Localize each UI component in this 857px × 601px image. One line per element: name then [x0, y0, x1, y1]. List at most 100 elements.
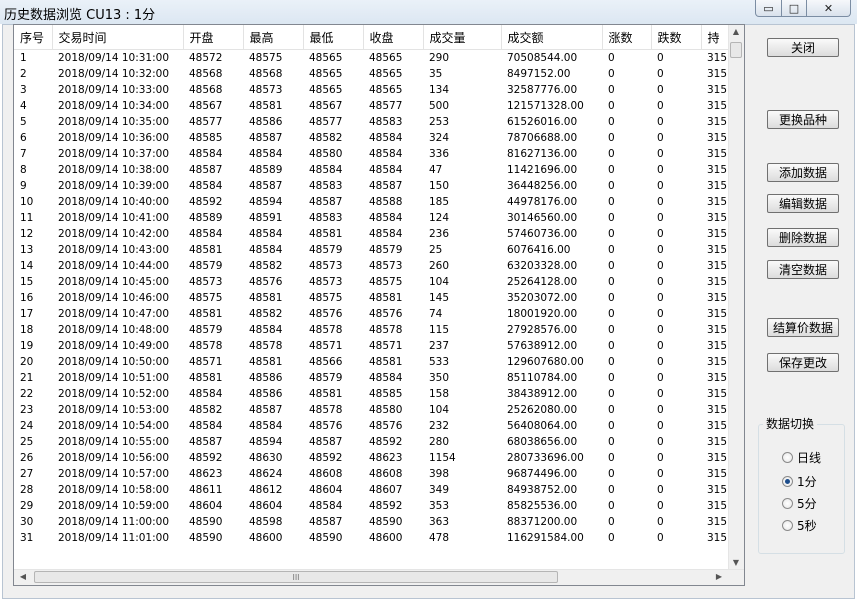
- table-cell[interactable]: 48586: [243, 370, 303, 386]
- table-cell[interactable]: 78706688.00: [501, 130, 602, 146]
- table-cell[interactable]: 2018/09/14 10:52:00: [52, 386, 183, 402]
- table-cell[interactable]: 2018/09/14 10:50:00: [52, 354, 183, 370]
- table-cell[interactable]: 2018/09/14 10:51:00: [52, 370, 183, 386]
- table-cell[interactable]: 0: [651, 466, 701, 482]
- table-cell[interactable]: 68038656.00: [501, 434, 602, 450]
- table-row[interactable]: 18 2018/09/14 10:48:00 48579 48584 48578 4857…: [14, 322, 738, 338]
- table-cell[interactable]: 48604: [243, 498, 303, 514]
- table-cell[interactable]: 9: [14, 178, 52, 194]
- table-cell[interactable]: 25264128.00: [501, 274, 602, 290]
- table-cell[interactable]: 0: [651, 210, 701, 226]
- table-cell[interactable]: 48579: [303, 242, 363, 258]
- table-row[interactable]: 25 2018/09/14 10:55:00 48587 48594 48587 4859…: [14, 434, 738, 450]
- table-cell[interactable]: 48584: [243, 322, 303, 338]
- table-cell[interactable]: 0: [602, 194, 651, 210]
- radio-button-icon[interactable]: [782, 498, 793, 509]
- table-cell[interactable]: 48580: [363, 402, 423, 418]
- table-cell[interactable]: 280: [423, 434, 501, 450]
- table-cell[interactable]: 48590: [183, 530, 243, 546]
- col-header-index[interactable]: 序号: [14, 25, 53, 50]
- table-cell[interactable]: 2018/09/14 10:54:00: [52, 418, 183, 434]
- table-cell[interactable]: 0: [602, 418, 651, 434]
- table-cell[interactable]: 48623: [183, 466, 243, 482]
- table-cell[interactable]: 2018/09/14 10:44:00: [52, 258, 183, 274]
- table-cell[interactable]: 44978176.00: [501, 194, 602, 210]
- table-cell[interactable]: 48581: [303, 386, 363, 402]
- table-cell[interactable]: 0: [602, 210, 651, 226]
- table-cell[interactable]: 2018/09/14 10:36:00: [52, 130, 183, 146]
- table-cell[interactable]: 2018/09/14 10:58:00: [52, 482, 183, 498]
- table-cell[interactable]: 29: [14, 498, 52, 514]
- table-cell[interactable]: 48589: [183, 210, 243, 226]
- table-row[interactable]: 19 2018/09/14 10:49:00 48578 48578 48571 4857…: [14, 338, 738, 354]
- table-cell[interactable]: 2018/09/14 10:42:00: [52, 226, 183, 242]
- table-cell[interactable]: 353: [423, 498, 501, 514]
- table-cell[interactable]: 48584: [363, 370, 423, 386]
- table-cell[interactable]: 2018/09/14 11:00:00: [52, 514, 183, 530]
- table-cell[interactable]: 10: [14, 194, 52, 210]
- table-cell[interactable]: 48565: [363, 50, 423, 67]
- table-cell[interactable]: 48566: [303, 354, 363, 370]
- table-cell[interactable]: 232: [423, 418, 501, 434]
- table-cell[interactable]: 0: [602, 514, 651, 530]
- table-cell[interactable]: 57638912.00: [501, 338, 602, 354]
- table-cell[interactable]: 48604: [183, 498, 243, 514]
- scroll-right-icon[interactable]: ▶: [712, 572, 726, 581]
- table-row[interactable]: 9 2018/09/14 10:39:00 48584 48587 48583 48587…: [14, 178, 738, 194]
- table-cell[interactable]: 48565: [303, 66, 363, 82]
- table-cell[interactable]: 48576: [243, 274, 303, 290]
- close-window-button[interactable]: ✕: [807, 0, 851, 17]
- table-cell[interactable]: 48591: [243, 210, 303, 226]
- table-cell[interactable]: 0: [651, 50, 701, 67]
- table-cell[interactable]: 48567: [183, 98, 243, 114]
- horizontal-scroll-thumb[interactable]: III: [34, 571, 558, 583]
- table-cell[interactable]: 3: [14, 82, 52, 98]
- table-cell[interactable]: 0: [602, 226, 651, 242]
- table-cell[interactable]: 260: [423, 258, 501, 274]
- table-cell[interactable]: 48582: [303, 130, 363, 146]
- table-row[interactable]: 12 2018/09/14 10:42:00 48584 48584 48581 4858…: [14, 226, 738, 242]
- table-cell[interactable]: 26: [14, 450, 52, 466]
- table-cell[interactable]: 48608: [303, 466, 363, 482]
- table-cell[interactable]: 8497152.00: [501, 66, 602, 82]
- col-header-up-count[interactable]: 涨数: [602, 25, 652, 50]
- scroll-down-icon[interactable]: ▼: [729, 558, 743, 567]
- table-cell[interactable]: 48584: [183, 418, 243, 434]
- table-row[interactable]: 10 2018/09/14 10:40:00 48592 48594 48587 4858…: [14, 194, 738, 210]
- table-cell[interactable]: 48576: [303, 418, 363, 434]
- table-cell[interactable]: 48584: [183, 178, 243, 194]
- table-cell[interactable]: 48590: [183, 514, 243, 530]
- table-cell[interactable]: 11421696.00: [501, 162, 602, 178]
- table-cell[interactable]: 2018/09/14 10:41:00: [52, 210, 183, 226]
- table-cell[interactable]: 48567: [303, 98, 363, 114]
- table-cell[interactable]: 104: [423, 274, 501, 290]
- table-row[interactable]: 28 2018/09/14 10:58:00 48611 48612 48604 4860…: [14, 482, 738, 498]
- table-cell[interactable]: 0: [602, 242, 651, 258]
- table-cell[interactable]: 48630: [243, 450, 303, 466]
- table-cell[interactable]: 0: [651, 194, 701, 210]
- table-cell[interactable]: 48592: [183, 194, 243, 210]
- table-cell[interactable]: 129607680.00: [501, 354, 602, 370]
- table-cell[interactable]: 85825536.00: [501, 498, 602, 514]
- table-cell[interactable]: 18: [14, 322, 52, 338]
- table-cell[interactable]: 48581: [243, 98, 303, 114]
- table-cell[interactable]: 85110784.00: [501, 370, 602, 386]
- table-cell[interactable]: 19: [14, 338, 52, 354]
- table-cell[interactable]: 27928576.00: [501, 322, 602, 338]
- table-cell[interactable]: 84938752.00: [501, 482, 602, 498]
- table-cell[interactable]: 0: [602, 66, 651, 82]
- table-cell[interactable]: 48568: [183, 82, 243, 98]
- table-cell[interactable]: 6076416.00: [501, 242, 602, 258]
- table-cell[interactable]: 0: [602, 178, 651, 194]
- col-header-down-count[interactable]: 跌数: [651, 25, 702, 50]
- radio-1min[interactable]: 1分: [782, 473, 817, 490]
- table-cell[interactable]: 0: [602, 146, 651, 162]
- table-cell[interactable]: 48608: [363, 466, 423, 482]
- table-cell[interactable]: 0: [651, 370, 701, 386]
- table-cell[interactable]: 48590: [363, 514, 423, 530]
- table-cell[interactable]: 48624: [243, 466, 303, 482]
- table-cell[interactable]: 48581: [243, 290, 303, 306]
- table-cell[interactable]: 48584: [243, 146, 303, 162]
- table-cell[interactable]: 48571: [303, 338, 363, 354]
- table-cell[interactable]: 48589: [243, 162, 303, 178]
